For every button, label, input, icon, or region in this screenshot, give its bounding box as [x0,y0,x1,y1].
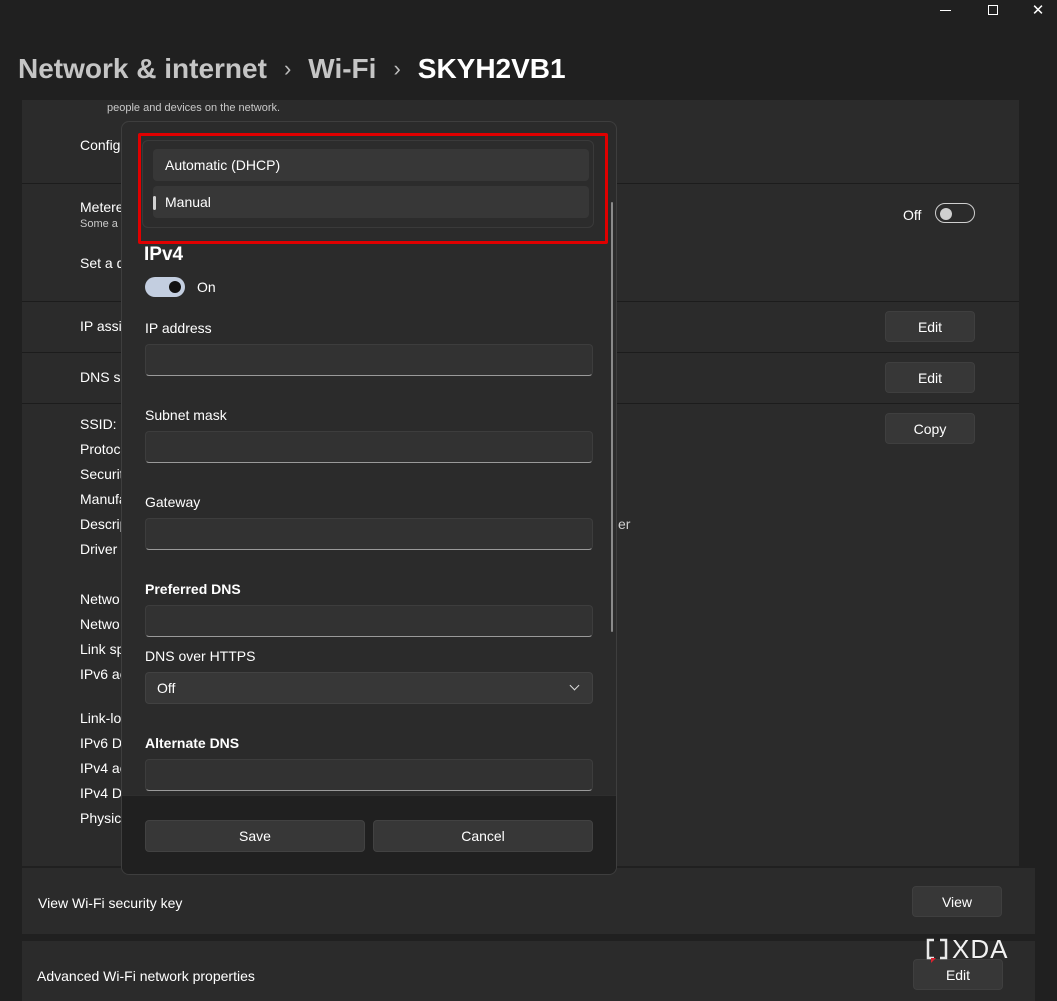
prop-label: Link-lo [80,710,122,726]
page-title: SKYH2VB1 [417,53,566,84]
breadcrumb: Network & internet › Wi-Fi › SKYH2VB1 [18,50,566,88]
copy-button[interactable]: Copy [885,413,975,444]
close-icon: ✕ [1031,1,1045,19]
preferred-dns-label: Preferred DNS [145,581,241,597]
dialog-scrollbar[interactable] [611,202,613,632]
prop-label: Securit [80,466,124,482]
view-button[interactable]: View [912,886,1002,917]
dns-over-https-select[interactable]: Off [145,672,593,704]
dialog-footer: Save Cancel [122,795,616,874]
ip-edit-button[interactable]: Edit [885,311,975,342]
ip-address-label: IP address [145,320,212,336]
prop-label: IPv4 ac [80,760,127,776]
metered-sub: Some a [80,218,118,230]
maximize-button[interactable] [970,0,1016,20]
security-key-label: View Wi-Fi security key [38,895,183,911]
ipv4-toggle-label: On [197,279,216,295]
alternate-dns-label: Alternate DNS [145,735,240,751]
chevron-down-icon [569,680,580,691]
metered-toggle-label: Off [903,207,922,223]
minimize-icon [939,9,951,11]
dns-edit-button[interactable]: Edit [885,362,975,393]
gateway-label: Gateway [145,494,201,510]
toggle-knob [169,281,181,293]
prop-label: Protoc [80,441,121,457]
prop-label: Link sp [80,641,125,657]
prop-label: IPv6 ac [80,666,127,682]
alternate-dns-input[interactable] [145,759,593,791]
xda-logo-icon [926,938,948,963]
chevron-right-icon: › [393,56,401,81]
metered-toggle[interactable] [935,203,975,223]
set-data-limit-label: Set a d [80,255,125,271]
select-value: Off [157,680,176,696]
prop-label: IPv4 DI [80,785,126,801]
breadcrumb-wifi[interactable]: Wi-Fi [308,53,376,85]
save-button[interactable]: Save [145,820,365,852]
toggle-knob [940,208,952,220]
advanced-properties-label: Advanced Wi-Fi network properties [37,968,255,984]
xda-watermark: XDA [926,934,1008,965]
maximize-icon [988,5,998,15]
prop-label: IPv6 DI [80,735,126,751]
xda-logo-text: XDA [952,934,1009,964]
description-tail: er [618,516,631,532]
highlight-annotation [138,133,608,244]
subnet-mask-label: Subnet mask [145,407,227,423]
cancel-button[interactable]: Cancel [373,820,593,852]
configure-label: Config [80,137,121,153]
metered-label: Metere [80,199,124,215]
preferred-dns-input[interactable] [145,605,593,637]
minimize-button[interactable] [922,0,968,20]
ipv4-toggle[interactable] [145,277,185,297]
gateway-input[interactable] [145,518,593,550]
prop-label: SSID: [80,416,117,432]
prop-label: Manufa [80,491,127,507]
dns-over-https-label: DNS over HTTPS [145,648,256,664]
network-discovery-note: people and devices on the network. [107,102,281,114]
chevron-right-icon: › [283,56,292,81]
prop-label: Netwo [80,616,120,632]
ip-address-input[interactable] [145,344,593,376]
close-button[interactable]: ✕ [1015,0,1057,20]
prop-label: Netwo [80,591,120,607]
subnet-mask-input[interactable] [145,431,593,463]
ipv4-title: IPv4 [144,244,184,265]
breadcrumb-network[interactable]: Network & internet [18,53,267,85]
